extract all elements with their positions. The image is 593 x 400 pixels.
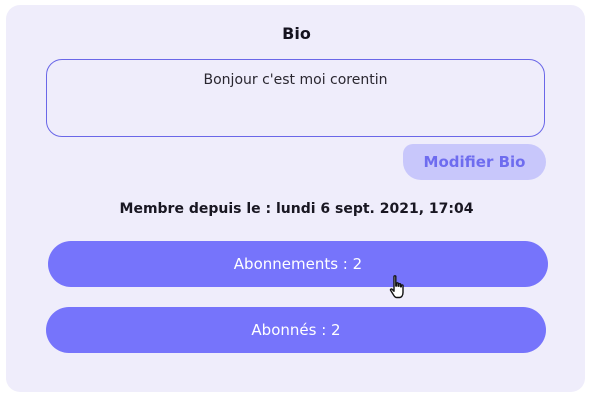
bio-text: Bonjour c'est moi corentin xyxy=(203,72,388,88)
followers-button[interactable]: Abonnés : 2 xyxy=(46,307,546,353)
hand-pointer-icon xyxy=(389,275,407,301)
bio-title: Bio xyxy=(282,24,311,43)
subscriptions-button[interactable]: Abonnements : 2 xyxy=(48,241,548,287)
member-since-text: Membre depuis le : lundi 6 sept. 2021, 1… xyxy=(119,201,474,217)
bio-textbox[interactable]: Bonjour c'est moi corentin xyxy=(46,59,545,137)
edit-bio-button[interactable]: Modifier Bio xyxy=(403,144,546,180)
